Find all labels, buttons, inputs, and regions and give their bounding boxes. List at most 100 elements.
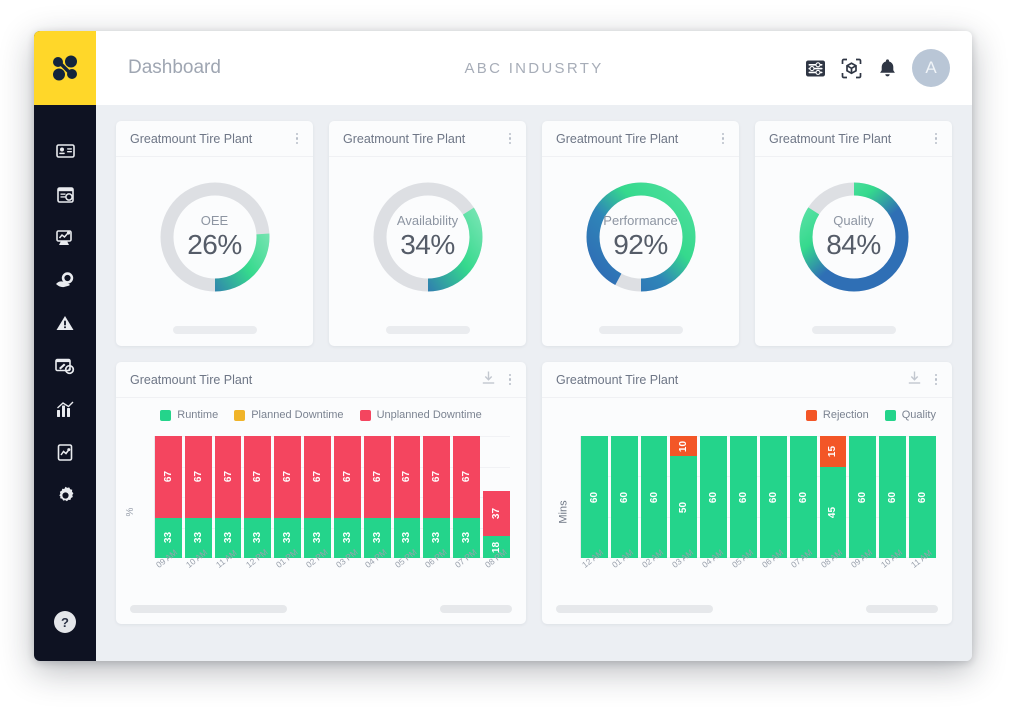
chart-scroll-handle-left[interactable]	[130, 605, 287, 613]
sidebar-item-reports[interactable]	[48, 440, 82, 464]
chart-legend-downtime: Runtime Planned Downtime Unplanned Downt…	[116, 398, 526, 432]
bar-column[interactable]: 60	[610, 436, 638, 558]
bar-column[interactable]: 60	[789, 436, 817, 558]
bar-value-label: 33	[312, 532, 324, 544]
bar-value-label: 60	[857, 491, 869, 503]
bar-value-label: 33	[192, 532, 204, 544]
app-logo[interactable]	[34, 31, 96, 105]
maintenance-icon	[56, 272, 74, 288]
donut-chart-performance: Performance 92%	[542, 157, 739, 317]
bell-icon[interactable]	[876, 57, 898, 79]
legend-label: Runtime	[177, 409, 219, 421]
bar-segment: 15	[819, 436, 847, 467]
card-title: Greatmount Tire Plant	[556, 372, 679, 387]
bar-value-label: 10	[678, 440, 690, 452]
bar-column[interactable]: 60	[581, 436, 608, 558]
sidebar-item-overview[interactable]	[48, 139, 82, 163]
bar-column[interactable]: 10 50	[670, 436, 698, 558]
download-icon[interactable]	[481, 370, 496, 390]
bar-column[interactable]: 67 33	[304, 436, 331, 558]
sidebar-item-settings[interactable]	[48, 483, 82, 507]
sidebar-item-alerts[interactable]	[48, 311, 82, 335]
bar-column[interactable]: 15 45	[819, 436, 847, 558]
legend-label: Planned Downtime	[251, 409, 344, 421]
bar-value-label: 33	[282, 532, 294, 544]
bar-column[interactable]: 67 33	[393, 436, 421, 558]
bar-value-label: 60	[887, 491, 899, 503]
bar-column[interactable]: 37 18	[483, 436, 510, 558]
cube-scan-icon[interactable]	[840, 57, 862, 79]
bar-column[interactable]: 60	[640, 436, 668, 558]
bar-column[interactable]: 67 33	[155, 436, 182, 558]
chart-scroll-handle-right[interactable]	[866, 605, 938, 613]
card-menu-button[interactable]	[506, 130, 515, 148]
legend-item-runtime[interactable]: Runtime	[160, 409, 218, 421]
bar-segment: 60	[849, 436, 877, 558]
bar-segment: 60	[700, 436, 728, 558]
bar-column[interactable]: 67 33	[363, 436, 391, 558]
bar-segment: 67	[244, 436, 272, 518]
bar-value-label: 60	[767, 491, 779, 503]
bar-value-label: 67	[282, 471, 294, 483]
bar-column[interactable]: 67 33	[214, 436, 242, 558]
card-header: Greatmount Tire Plant	[542, 121, 739, 157]
donut-chart-oee: OEE 26%	[116, 157, 313, 317]
chart-scrollbars	[130, 605, 512, 613]
filter-sliders-icon[interactable]	[804, 57, 826, 79]
sidebar-item-configuration[interactable]	[48, 354, 82, 378]
bar-segment: 10	[670, 436, 698, 457]
bar-column[interactable]: 60	[879, 436, 907, 558]
chart-scroll-handle-left[interactable]	[556, 605, 713, 613]
bar-segment: 60	[640, 436, 668, 558]
donut-svg	[586, 182, 695, 292]
chart-row: Greatmount Tire Plant Runtime Planned Do…	[116, 362, 952, 624]
bar-segment: 67	[155, 436, 182, 518]
sidebar-item-maintenance[interactable]	[48, 268, 82, 292]
card-title: Greatmount Tire Plant	[556, 131, 679, 146]
card-menu-button[interactable]	[293, 130, 302, 148]
legend-item-planned-downtime[interactable]: Planned Downtime	[234, 409, 344, 421]
bar-value-label: 60	[917, 491, 929, 503]
legend-item-quality[interactable]: Quality	[884, 409, 936, 421]
bar-column[interactable]: 60	[700, 436, 728, 558]
sidebar-item-monitoring[interactable]	[48, 225, 82, 249]
legend-item-rejection[interactable]: Rejection	[805, 409, 869, 421]
bar-column[interactable]: 60	[730, 436, 757, 558]
card-menu-button[interactable]	[506, 371, 515, 389]
legend-swatch	[805, 409, 817, 421]
bar-column[interactable]: 67 33	[423, 436, 451, 558]
bar-column[interactable]: 67 33	[333, 436, 361, 558]
bar-segment: 67	[363, 436, 391, 518]
card-menu-button[interactable]	[719, 130, 728, 148]
x-axis-labels-downtime: 09 AM 10 AM 11 AM 12 PM 01 PM 02 PM 03 PM 04 PM…	[154, 547, 510, 592]
legend-item-unplanned-downtime[interactable]: Unplanned Downtime	[359, 409, 482, 421]
legend-label: Quality	[901, 409, 936, 421]
card-scroll-handle[interactable]	[598, 326, 683, 334]
help-button[interactable]: ?	[54, 611, 76, 633]
sidebar-item-schedule[interactable]	[48, 182, 82, 206]
bar-value-label: 33	[401, 532, 413, 544]
donut-svg	[160, 182, 269, 292]
avatar[interactable]: A	[912, 49, 950, 87]
chart-scroll-handle-right[interactable]	[440, 605, 512, 613]
donut-svg	[799, 182, 908, 292]
card-scroll-handle[interactable]	[172, 326, 257, 334]
bar-column[interactable]: 60	[849, 436, 877, 558]
bar-column[interactable]: 67 33	[453, 436, 481, 558]
card-menu-button[interactable]	[932, 371, 941, 389]
bar-column[interactable]: 67 33	[184, 436, 212, 558]
bar-column[interactable]: 67 33	[244, 436, 272, 558]
download-icon[interactable]	[907, 370, 922, 390]
bar-segment: 45	[819, 466, 847, 558]
bar-column[interactable]: 60	[759, 436, 787, 558]
sidebar-item-analytics[interactable]	[48, 397, 82, 421]
card-scroll-handle[interactable]	[385, 326, 470, 334]
card-scroll-handle[interactable]	[811, 326, 896, 334]
bar-value-label: 67	[371, 471, 383, 483]
bar-column[interactable]: 60	[909, 436, 936, 558]
card-menu-button[interactable]	[932, 130, 941, 148]
bar-value-label: 33	[222, 532, 234, 544]
bar-segment: 60	[879, 436, 907, 558]
legend-label: Unplanned Downtime	[376, 409, 482, 421]
bar-column[interactable]: 67 33	[274, 436, 302, 558]
